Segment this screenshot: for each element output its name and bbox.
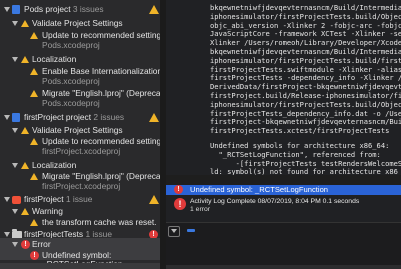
group-title: Validate Project Settings bbox=[32, 18, 123, 28]
issue-file: firstProject.xcodeproj bbox=[42, 181, 121, 191]
disclosure-icon[interactable] bbox=[12, 21, 18, 26]
log-command-lines: bkqewnetniwfjdevqevternasncm/Build/Inter… bbox=[210, 3, 401, 136]
log-line: firstProjectTests.xctest/firstProjectTes… bbox=[210, 126, 390, 136]
warning-icon bbox=[21, 56, 29, 63]
log-error-lines: Undefined symbols for architecture x86_6… bbox=[210, 141, 401, 175]
error-icon: ! bbox=[21, 240, 30, 249]
hide-debug-area-button[interactable] bbox=[168, 226, 180, 237]
warning-icon bbox=[30, 90, 38, 97]
disclosure-icon[interactable] bbox=[12, 163, 18, 168]
target-row-firstproject[interactable]: firstProject 1 issue bbox=[0, 194, 160, 206]
warning-icon bbox=[30, 138, 38, 145]
warning-icon bbox=[21, 208, 29, 215]
issue-count: 3 issues bbox=[72, 4, 104, 14]
issue-file: firstProject.xcodeproj bbox=[42, 146, 121, 156]
debug-area-bottom-bar bbox=[166, 265, 401, 269]
swift-target-icon bbox=[12, 196, 21, 204]
group-title: Warning bbox=[32, 206, 63, 216]
error-count: 1 error bbox=[190, 206, 211, 213]
navigator-filter-bar bbox=[0, 263, 160, 269]
log-line: ld: symbol(s) not found for architecture… bbox=[210, 167, 401, 175]
issue-item[interactable]: the transform cache was reset. bbox=[0, 217, 160, 229]
project-name: firstProject project bbox=[24, 112, 92, 122]
group-localization-pods[interactable]: Localization bbox=[0, 54, 160, 66]
issue-navigator: Pods project 3 issues Validate Project S… bbox=[0, 0, 160, 269]
error-icon: ! bbox=[30, 251, 39, 260]
group-title: Error bbox=[32, 239, 51, 249]
issue-file: Pods.xcodeproj bbox=[42, 40, 100, 50]
target-name: firstProject bbox=[24, 194, 64, 204]
error-icon: ! bbox=[174, 198, 186, 210]
project-row-firstproject[interactable]: firstProject project 2 issues bbox=[0, 112, 160, 124]
disclosure-icon[interactable] bbox=[12, 209, 18, 214]
warning-icon bbox=[21, 20, 29, 27]
warning-icon bbox=[30, 32, 38, 39]
warning-icon bbox=[30, 68, 38, 75]
error-icon: ! bbox=[174, 185, 183, 194]
warning-icon bbox=[149, 5, 159, 14]
issue-file: Pods.xcodeproj bbox=[42, 76, 100, 86]
disclosure-icon[interactable] bbox=[4, 232, 10, 237]
group-validate-pods[interactable]: Validate Project Settings bbox=[0, 18, 160, 30]
disclosure-icon[interactable] bbox=[12, 128, 18, 133]
project-row-pods[interactable]: Pods project 3 issues bbox=[0, 4, 160, 16]
activity-status: Activity Log Complete 08/07/2019, 8:04 P… bbox=[190, 198, 360, 205]
disclosure-icon[interactable] bbox=[4, 115, 10, 120]
xcodeproj-icon bbox=[12, 113, 20, 122]
warning-icon bbox=[149, 195, 159, 204]
disclosure-icon[interactable] bbox=[4, 197, 10, 202]
project-name: Pods project bbox=[24, 4, 71, 14]
warning-icon bbox=[30, 173, 38, 180]
debug-area bbox=[166, 223, 401, 269]
warning-icon bbox=[149, 113, 159, 122]
issue-text: the transform cache was reset. bbox=[42, 217, 157, 227]
disclosure-icon[interactable] bbox=[4, 7, 10, 12]
disclosure-icon[interactable] bbox=[12, 57, 18, 62]
issue-count: 1 issue bbox=[65, 194, 93, 204]
issue-label: Undefined symbol: _RCTSetLogFunction bbox=[190, 185, 329, 194]
build-log-view: bkqewnetniwfjdevqevternasncm/Build/Inter… bbox=[166, 0, 401, 175]
warning-icon bbox=[21, 127, 29, 134]
activity-log-summary: ! Activity Log Complete 08/07/2019, 8:04… bbox=[166, 195, 401, 223]
selected-issue-row[interactable]: ! Undefined symbol: _RCTSetLogFunction bbox=[166, 185, 401, 195]
group-title: Localization bbox=[32, 160, 77, 170]
group-title: Validate Project Settings bbox=[32, 125, 123, 135]
issue-file: Pods.xcodeproj bbox=[42, 98, 100, 108]
breakpoint-toggle-icon[interactable] bbox=[187, 229, 195, 232]
group-title: Localization bbox=[32, 54, 77, 64]
disclosure-icon[interactable] bbox=[12, 242, 18, 247]
warning-icon bbox=[30, 219, 38, 226]
issue-count: 2 issues bbox=[93, 112, 125, 122]
warning-icon bbox=[21, 162, 29, 169]
xcodeproj-icon bbox=[12, 5, 20, 14]
